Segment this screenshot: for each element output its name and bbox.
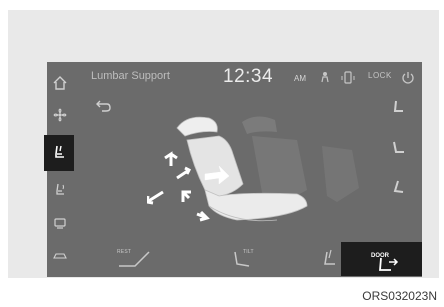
seat-illustration (147, 116, 359, 222)
figure-frame: Lumbar Support 12:34 AM LOCK REST TILT D… (8, 10, 439, 278)
clock-time: 12:34 (223, 66, 274, 87)
phone-status-icon (340, 70, 356, 86)
seat-heat-icon (56, 183, 64, 195)
figure-caption: ORS032023N (362, 289, 437, 303)
seat-heat-button[interactable] (49, 179, 71, 201)
tilt-label: TILT (243, 249, 254, 255)
back-button[interactable] (94, 100, 112, 114)
seat-upright-icon (393, 100, 403, 112)
ghost-seat (242, 116, 359, 206)
rest-mode-button[interactable]: REST (95, 242, 165, 276)
seat-lumbar-preset-icon (393, 180, 404, 193)
page-title: Lumbar Support (91, 70, 170, 82)
rest-label: REST (117, 249, 132, 255)
seat-preset-lumbar-button[interactable] (386, 177, 410, 201)
home-icon (53, 76, 67, 90)
car-icon (53, 253, 67, 259)
fan-icon (53, 108, 67, 122)
door-mode-button[interactable]: DOOR (341, 242, 422, 276)
seat-lumbar-icon (55, 145, 64, 158)
lock-button[interactable]: LOCK (368, 71, 392, 80)
back-arrow-icon (96, 100, 111, 112)
power-icon (402, 72, 414, 84)
home-button[interactable] (49, 72, 71, 94)
clock-ampm: AM (294, 74, 306, 83)
seat-lumbar-button[interactable] (44, 135, 74, 171)
power-button[interactable] (400, 70, 416, 86)
car-button[interactable] (49, 245, 71, 267)
touch-screen: Lumbar Support 12:34 AM LOCK REST TILT D… (44, 62, 422, 277)
climate-vent-icon (54, 218, 66, 229)
seat-preset-upright-button[interactable] (386, 97, 410, 121)
fan-button[interactable] (49, 104, 71, 126)
door-seat-icon (379, 257, 399, 271)
seat-recline-icon (393, 141, 404, 153)
person-status-icon (317, 70, 333, 86)
seat-preset-panel (378, 97, 418, 215)
seat-preset-recline-button[interactable] (386, 137, 410, 161)
climate-vent-button[interactable] (49, 212, 71, 234)
tilt-mode-button[interactable]: TILT (213, 242, 273, 276)
